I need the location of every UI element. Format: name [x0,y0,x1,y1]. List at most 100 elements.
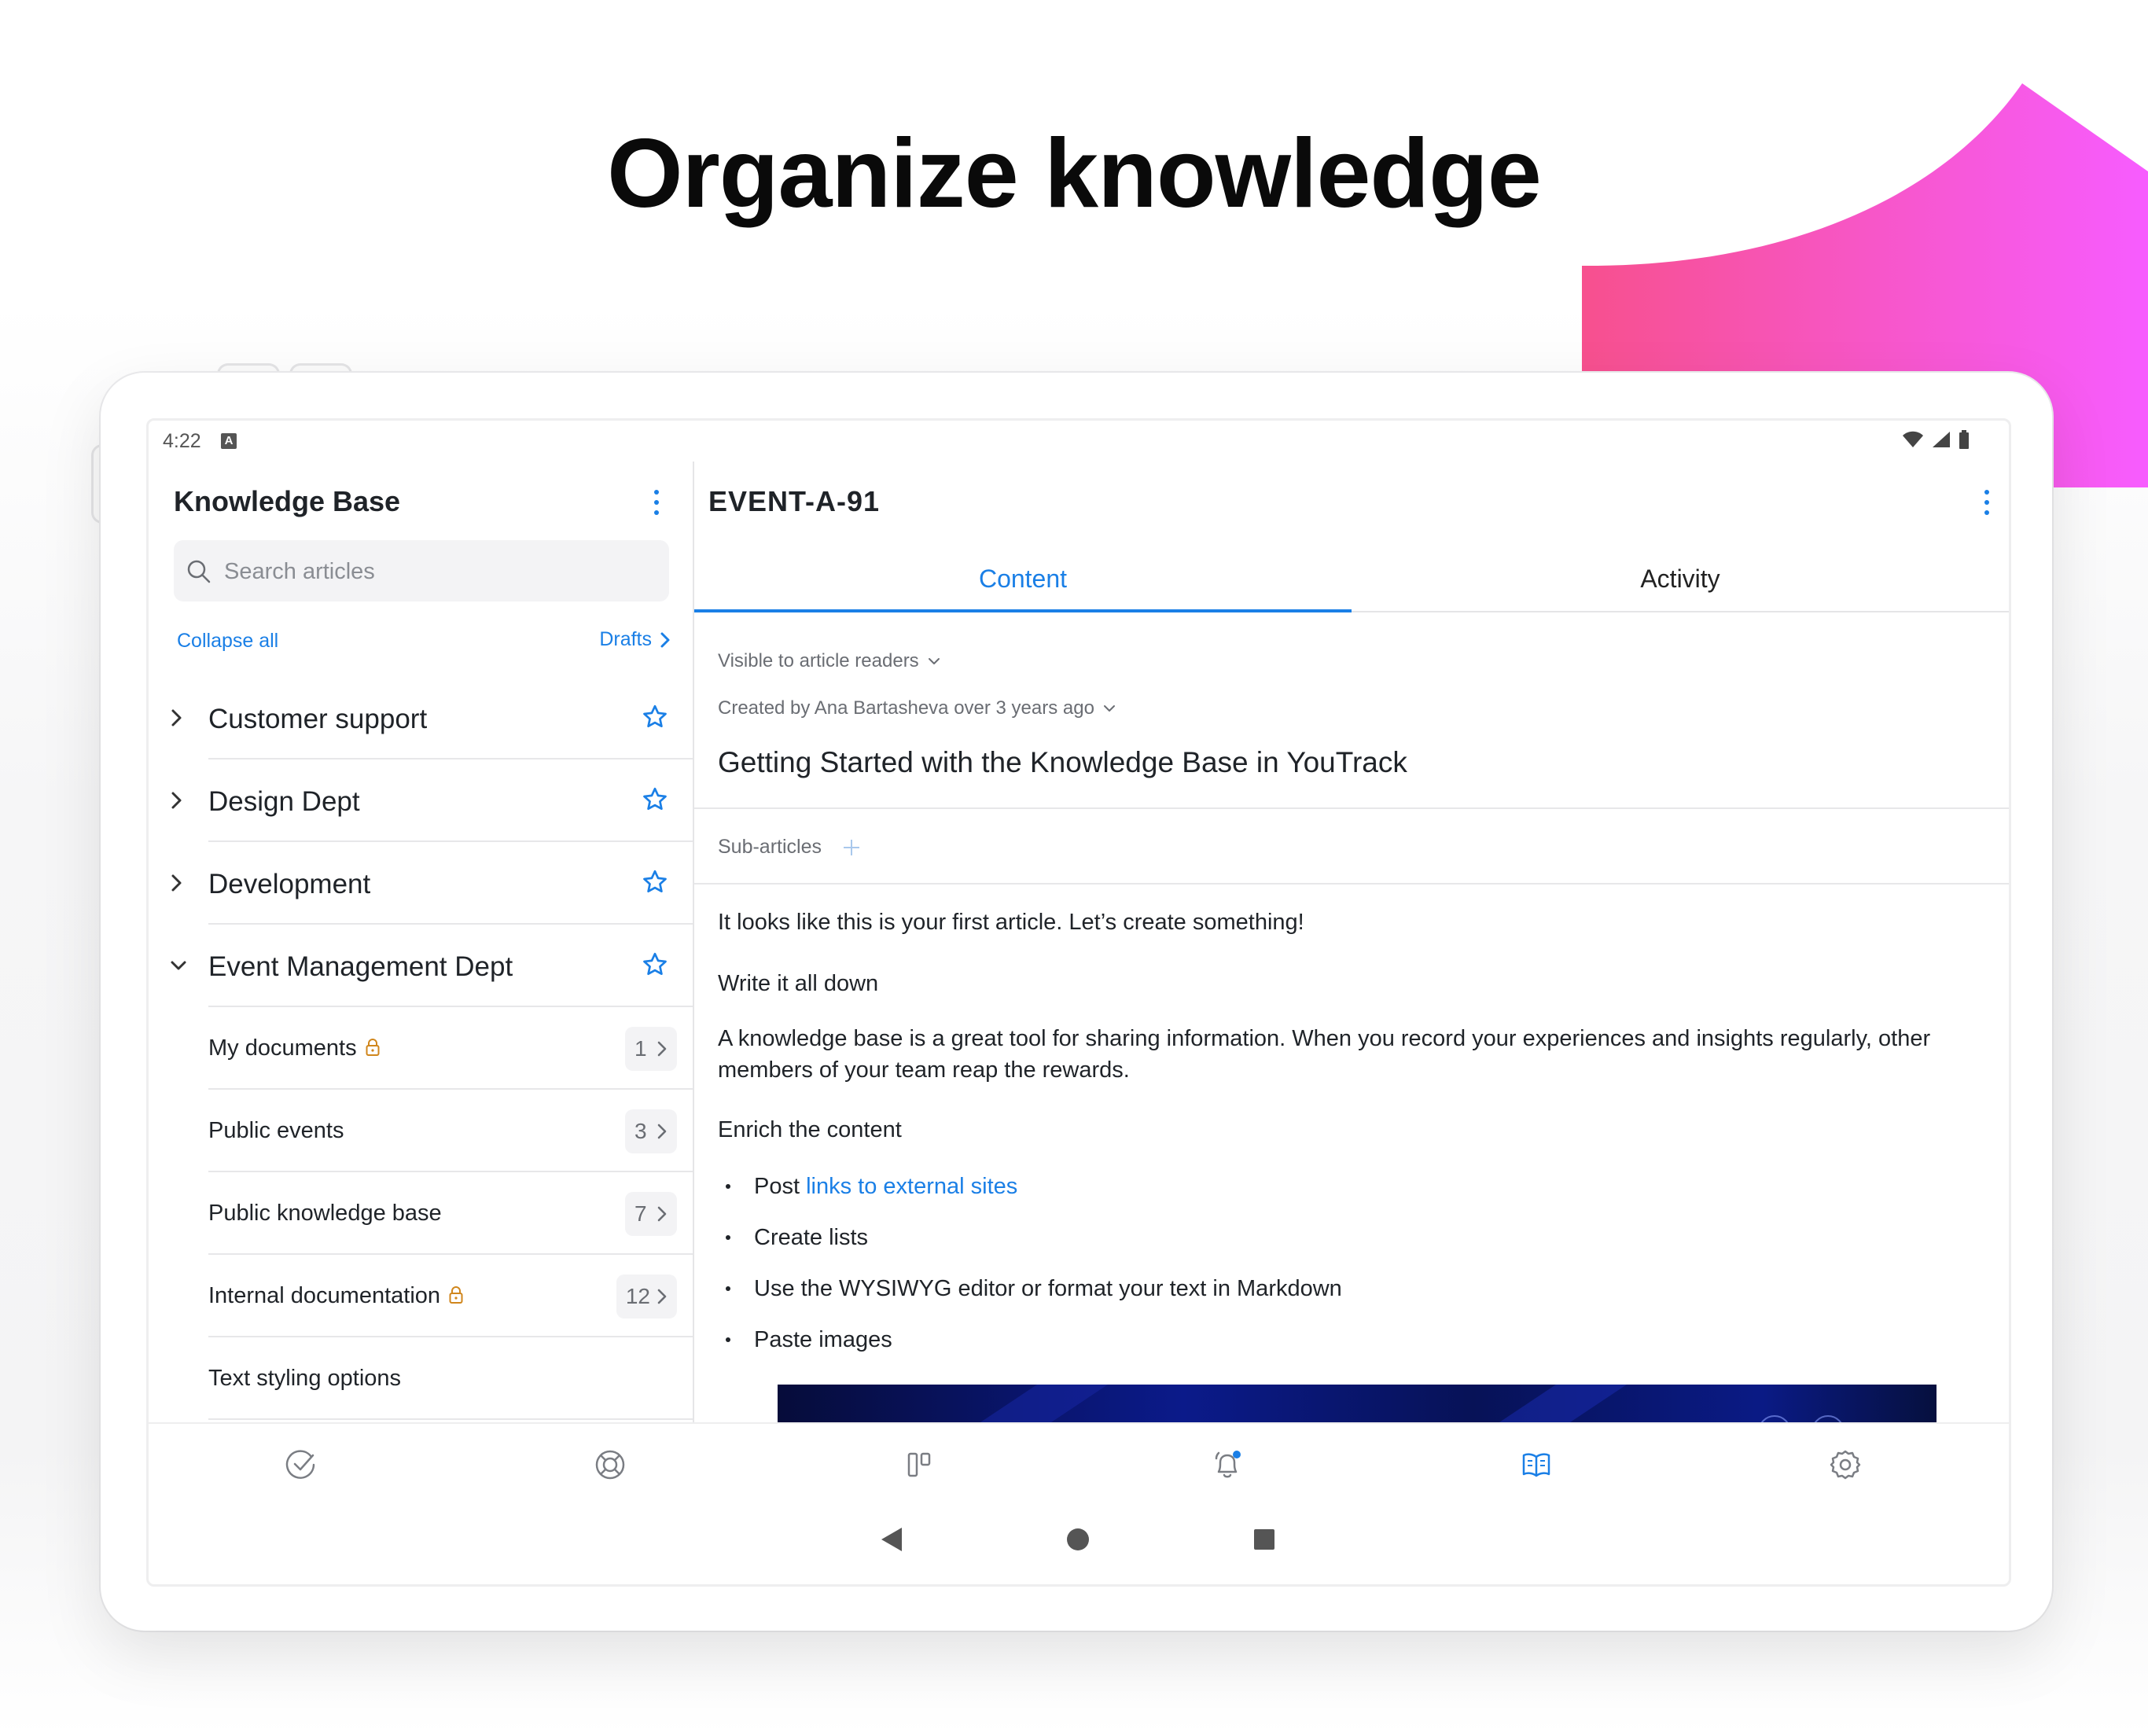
article-row-public-events[interactable]: Public events 3 [149,1090,693,1172]
status-time: 4:22 [163,430,201,452]
sub-articles-label: Sub-articles [718,836,822,858]
project-row-customer-support[interactable]: Customer support [149,677,693,760]
article-title: Getting Started with the Knowledge Base … [718,746,1407,778]
article-count: 12 [625,1284,650,1308]
home-icon[interactable] [1065,1526,1091,1553]
add-sub-article-icon[interactable] [842,838,861,857]
visibility-selector[interactable]: Visible to article readers [718,650,941,672]
chevron-down-icon[interactable] [167,954,189,977]
star-icon[interactable] [641,868,669,896]
chevron-down-icon [928,658,940,664]
article-label: Public events [208,1118,344,1144]
article-count: 7 [634,1201,647,1226]
list-item: Use the WYSIWYG editor or format your te… [726,1273,1342,1324]
sub-articles-row: Sub-articles [718,836,861,859]
divider [694,807,2009,809]
drafts-link[interactable]: Drafts [599,628,671,651]
article-image [778,1385,1937,1422]
app-screen: 4:22 A Knowledge Base Collapse all Draft… [146,418,2011,1587]
star-icon[interactable] [641,785,669,814]
sidebar-title: Knowledge Base [174,485,401,517]
article-row-public-knowledge-base[interactable]: Public knowledge base 7 [149,1172,693,1255]
drafts-label: Drafts [599,628,652,650]
project-label: Event Management Dept [208,951,513,982]
tab-content[interactable]: Content [694,546,1352,612]
chevron-right-icon [657,1041,667,1057]
article-title: Internal documentation [208,1283,441,1308]
lock-icon [366,1039,380,1056]
created-info[interactable]: Created by Ana Bartasheva over 3 years a… [718,697,1116,719]
wifi-icon [1903,431,1923,447]
article-tabs: Content Activity [694,546,2009,612]
paragraph: Write it all down [718,971,879,996]
chevron-right-icon[interactable] [167,707,186,729]
book-icon[interactable] [1519,1447,1554,1482]
list-item-text: Post [754,1174,807,1199]
project-label: Customer support [208,704,428,734]
chevron-right-icon [657,1124,667,1139]
paragraph: Enrich the content [718,1117,902,1142]
search-field[interactable] [174,540,669,601]
project-row-development[interactable]: Development [149,842,693,925]
project-row-design-dept[interactable]: Design Dept [149,760,693,842]
article-count-button[interactable]: 12 [616,1274,677,1319]
lock-icon [449,1286,463,1304]
battery-icon [1959,430,1969,449]
star-icon[interactable] [641,703,669,731]
image-detail [980,1385,1842,1422]
back-icon[interactable] [880,1526,903,1553]
list-item: Create lists [726,1222,1342,1273]
article-label: Text styling options [208,1366,401,1392]
list-item: Paste images [726,1324,1342,1375]
sidebar-more-icon[interactable] [647,487,666,518]
visibility-label: Visible to article readers [718,650,919,671]
article-count-button[interactable]: 1 [625,1027,677,1071]
article-label: Public knowledge base [208,1201,442,1227]
list-item: Post links to external sites [726,1171,1342,1222]
external-link[interactable]: links to external sites [806,1174,1017,1199]
article-more-icon[interactable] [1977,487,1996,518]
board-icon[interactable] [902,1447,936,1482]
article-label: My documents [208,1035,381,1061]
checkmark-icon[interactable] [284,1447,318,1482]
chevron-right-icon[interactable] [167,789,186,811]
article-row-my-documents[interactable]: My documents 1 [149,1007,693,1090]
recents-icon[interactable] [1252,1526,1276,1553]
article-title: Text styling options [208,1366,402,1391]
article-row-internal-documentation[interactable]: Internal documentation 12 [149,1255,693,1337]
article-id: EVENT-A-91 [708,485,881,517]
created-label: Created by Ana Bartasheva over 3 years a… [718,697,1094,719]
article-count-button[interactable]: 3 [625,1109,677,1153]
chevron-right-icon [660,632,670,647]
system-navigation-bar [149,1498,2009,1584]
article-title: Public events [208,1118,344,1143]
project-label: Development [208,869,371,899]
divider [208,1418,693,1420]
article-count: 1 [634,1036,647,1061]
system-icons [1902,430,1970,449]
search-input[interactable] [223,551,650,592]
article-count: 3 [634,1119,647,1143]
bell-icon[interactable] [1210,1447,1245,1482]
paragraph: A knowledge base is a great tool for sha… [718,1026,1931,1051]
page-headline: Organize knowledge [607,120,1542,228]
article-row-text-styling-options[interactable]: Text styling options [149,1337,693,1420]
signal-icon [1933,432,1950,447]
chevron-right-icon [657,1206,667,1222]
chevron-right-icon [657,1289,667,1304]
tab-activity[interactable]: Activity [1352,546,2009,611]
paragraph: members of your team reap the rewards. [718,1057,1130,1083]
project-label: Design Dept [208,786,360,817]
status-bar: 4:22 A [149,421,2009,462]
chevron-right-icon[interactable] [167,872,186,894]
divider [694,883,2009,885]
article-count-button[interactable]: 7 [625,1192,677,1236]
project-row-event-management[interactable]: Event Management Dept [149,925,693,1007]
article-title: Public knowledge base [208,1201,442,1226]
gear-icon[interactable] [1828,1447,1863,1482]
star-icon[interactable] [641,951,669,979]
project-tree: Customer support Design Dept Development… [149,677,693,1420]
lifebuoy-icon[interactable] [593,1447,627,1482]
collapse-all-link[interactable]: Collapse all [177,630,278,653]
bottom-navigation [149,1422,2009,1499]
